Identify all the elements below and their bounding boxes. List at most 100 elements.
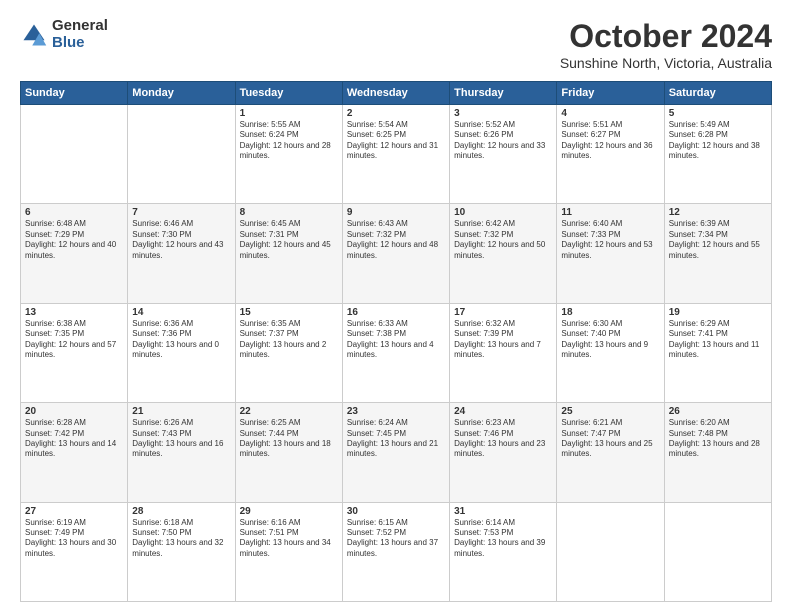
title-block: October 2024 Sunshine North, Victoria, A… <box>560 18 772 71</box>
header: General Blue October 2024 Sunshine North… <box>20 18 772 71</box>
day-number: 1 <box>240 108 338 119</box>
day-number: 25 <box>561 406 659 417</box>
day-number: 31 <box>454 506 552 517</box>
calendar-week-row: 20Sunrise: 6:28 AM Sunset: 7:42 PM Dayli… <box>21 403 772 502</box>
calendar-cell: 2Sunrise: 5:54 AM Sunset: 6:25 PM Daylig… <box>342 105 449 204</box>
cell-sun-info: Sunrise: 6:24 AM Sunset: 7:45 PM Dayligh… <box>347 418 445 460</box>
day-number: 12 <box>669 207 767 218</box>
cell-sun-info: Sunrise: 6:28 AM Sunset: 7:42 PM Dayligh… <box>25 418 123 460</box>
calendar-day-header: Sunday <box>21 82 128 105</box>
calendar-cell: 4Sunrise: 5:51 AM Sunset: 6:27 PM Daylig… <box>557 105 664 204</box>
day-number: 4 <box>561 108 659 119</box>
day-number: 11 <box>561 207 659 218</box>
day-number: 6 <box>25 207 123 218</box>
day-number: 28 <box>132 506 230 517</box>
calendar-cell: 15Sunrise: 6:35 AM Sunset: 7:37 PM Dayli… <box>235 303 342 402</box>
cell-sun-info: Sunrise: 6:48 AM Sunset: 7:29 PM Dayligh… <box>25 219 123 261</box>
calendar-cell: 22Sunrise: 6:25 AM Sunset: 7:44 PM Dayli… <box>235 403 342 502</box>
calendar-cell: 24Sunrise: 6:23 AM Sunset: 7:46 PM Dayli… <box>450 403 557 502</box>
calendar-cell: 20Sunrise: 6:28 AM Sunset: 7:42 PM Dayli… <box>21 403 128 502</box>
logo-text: General Blue <box>52 18 108 51</box>
cell-sun-info: Sunrise: 6:33 AM Sunset: 7:38 PM Dayligh… <box>347 319 445 361</box>
calendar-cell <box>21 105 128 204</box>
calendar-cell: 6Sunrise: 6:48 AM Sunset: 7:29 PM Daylig… <box>21 204 128 303</box>
calendar-cell: 3Sunrise: 5:52 AM Sunset: 6:26 PM Daylig… <box>450 105 557 204</box>
calendar-cell <box>557 502 664 601</box>
calendar-week-row: 27Sunrise: 6:19 AM Sunset: 7:49 PM Dayli… <box>21 502 772 601</box>
calendar-cell <box>664 502 771 601</box>
day-number: 21 <box>132 406 230 417</box>
calendar-cell: 19Sunrise: 6:29 AM Sunset: 7:41 PM Dayli… <box>664 303 771 402</box>
day-number: 23 <box>347 406 445 417</box>
cell-sun-info: Sunrise: 6:18 AM Sunset: 7:50 PM Dayligh… <box>132 518 230 560</box>
cell-sun-info: Sunrise: 5:51 AM Sunset: 6:27 PM Dayligh… <box>561 120 659 162</box>
calendar-cell: 17Sunrise: 6:32 AM Sunset: 7:39 PM Dayli… <box>450 303 557 402</box>
day-number: 29 <box>240 506 338 517</box>
day-number: 26 <box>669 406 767 417</box>
day-number: 24 <box>454 406 552 417</box>
cell-sun-info: Sunrise: 6:14 AM Sunset: 7:53 PM Dayligh… <box>454 518 552 560</box>
cell-sun-info: Sunrise: 6:21 AM Sunset: 7:47 PM Dayligh… <box>561 418 659 460</box>
calendar-week-row: 6Sunrise: 6:48 AM Sunset: 7:29 PM Daylig… <box>21 204 772 303</box>
calendar-table: SundayMondayTuesdayWednesdayThursdayFrid… <box>20 81 772 602</box>
calendar-cell <box>128 105 235 204</box>
cell-sun-info: Sunrise: 6:45 AM Sunset: 7:31 PM Dayligh… <box>240 219 338 261</box>
day-number: 15 <box>240 307 338 318</box>
location: Sunshine North, Victoria, Australia <box>560 55 772 71</box>
cell-sun-info: Sunrise: 6:46 AM Sunset: 7:30 PM Dayligh… <box>132 219 230 261</box>
logo-icon <box>20 21 48 49</box>
cell-sun-info: Sunrise: 6:16 AM Sunset: 7:51 PM Dayligh… <box>240 518 338 560</box>
calendar-cell: 25Sunrise: 6:21 AM Sunset: 7:47 PM Dayli… <box>557 403 664 502</box>
logo: General Blue <box>20 18 108 51</box>
cell-sun-info: Sunrise: 5:52 AM Sunset: 6:26 PM Dayligh… <box>454 120 552 162</box>
calendar-cell: 16Sunrise: 6:33 AM Sunset: 7:38 PM Dayli… <box>342 303 449 402</box>
calendar-cell: 7Sunrise: 6:46 AM Sunset: 7:30 PM Daylig… <box>128 204 235 303</box>
day-number: 13 <box>25 307 123 318</box>
cell-sun-info: Sunrise: 5:54 AM Sunset: 6:25 PM Dayligh… <box>347 120 445 162</box>
calendar-cell: 13Sunrise: 6:38 AM Sunset: 7:35 PM Dayli… <box>21 303 128 402</box>
calendar-week-row: 1Sunrise: 5:55 AM Sunset: 6:24 PM Daylig… <box>21 105 772 204</box>
cell-sun-info: Sunrise: 6:19 AM Sunset: 7:49 PM Dayligh… <box>25 518 123 560</box>
cell-sun-info: Sunrise: 6:30 AM Sunset: 7:40 PM Dayligh… <box>561 319 659 361</box>
day-number: 19 <box>669 307 767 318</box>
page: General Blue October 2024 Sunshine North… <box>0 0 792 612</box>
day-number: 14 <box>132 307 230 318</box>
cell-sun-info: Sunrise: 6:23 AM Sunset: 7:46 PM Dayligh… <box>454 418 552 460</box>
cell-sun-info: Sunrise: 6:40 AM Sunset: 7:33 PM Dayligh… <box>561 219 659 261</box>
day-number: 20 <box>25 406 123 417</box>
day-number: 30 <box>347 506 445 517</box>
calendar-cell: 29Sunrise: 6:16 AM Sunset: 7:51 PM Dayli… <box>235 502 342 601</box>
calendar-cell: 26Sunrise: 6:20 AM Sunset: 7:48 PM Dayli… <box>664 403 771 502</box>
cell-sun-info: Sunrise: 6:36 AM Sunset: 7:36 PM Dayligh… <box>132 319 230 361</box>
day-number: 7 <box>132 207 230 218</box>
calendar-cell: 21Sunrise: 6:26 AM Sunset: 7:43 PM Dayli… <box>128 403 235 502</box>
cell-sun-info: Sunrise: 6:43 AM Sunset: 7:32 PM Dayligh… <box>347 219 445 261</box>
cell-sun-info: Sunrise: 6:42 AM Sunset: 7:32 PM Dayligh… <box>454 219 552 261</box>
day-number: 22 <box>240 406 338 417</box>
calendar-day-header: Thursday <box>450 82 557 105</box>
cell-sun-info: Sunrise: 6:32 AM Sunset: 7:39 PM Dayligh… <box>454 319 552 361</box>
cell-sun-info: Sunrise: 6:39 AM Sunset: 7:34 PM Dayligh… <box>669 219 767 261</box>
cell-sun-info: Sunrise: 5:55 AM Sunset: 6:24 PM Dayligh… <box>240 120 338 162</box>
month-title: October 2024 <box>560 18 772 55</box>
calendar-cell: 9Sunrise: 6:43 AM Sunset: 7:32 PM Daylig… <box>342 204 449 303</box>
day-number: 8 <box>240 207 338 218</box>
calendar-cell: 23Sunrise: 6:24 AM Sunset: 7:45 PM Dayli… <box>342 403 449 502</box>
calendar-cell: 11Sunrise: 6:40 AM Sunset: 7:33 PM Dayli… <box>557 204 664 303</box>
calendar-cell: 8Sunrise: 6:45 AM Sunset: 7:31 PM Daylig… <box>235 204 342 303</box>
cell-sun-info: Sunrise: 6:15 AM Sunset: 7:52 PM Dayligh… <box>347 518 445 560</box>
day-number: 17 <box>454 307 552 318</box>
calendar-cell: 14Sunrise: 6:36 AM Sunset: 7:36 PM Dayli… <box>128 303 235 402</box>
calendar-cell: 27Sunrise: 6:19 AM Sunset: 7:49 PM Dayli… <box>21 502 128 601</box>
calendar-cell: 30Sunrise: 6:15 AM Sunset: 7:52 PM Dayli… <box>342 502 449 601</box>
cell-sun-info: Sunrise: 6:35 AM Sunset: 7:37 PM Dayligh… <box>240 319 338 361</box>
day-number: 10 <box>454 207 552 218</box>
logo-general: General <box>52 18 108 35</box>
calendar-day-header: Friday <box>557 82 664 105</box>
cell-sun-info: Sunrise: 5:49 AM Sunset: 6:28 PM Dayligh… <box>669 120 767 162</box>
day-number: 18 <box>561 307 659 318</box>
calendar-day-header: Tuesday <box>235 82 342 105</box>
day-number: 27 <box>25 506 123 517</box>
calendar-cell: 1Sunrise: 5:55 AM Sunset: 6:24 PM Daylig… <box>235 105 342 204</box>
calendar-cell: 18Sunrise: 6:30 AM Sunset: 7:40 PM Dayli… <box>557 303 664 402</box>
